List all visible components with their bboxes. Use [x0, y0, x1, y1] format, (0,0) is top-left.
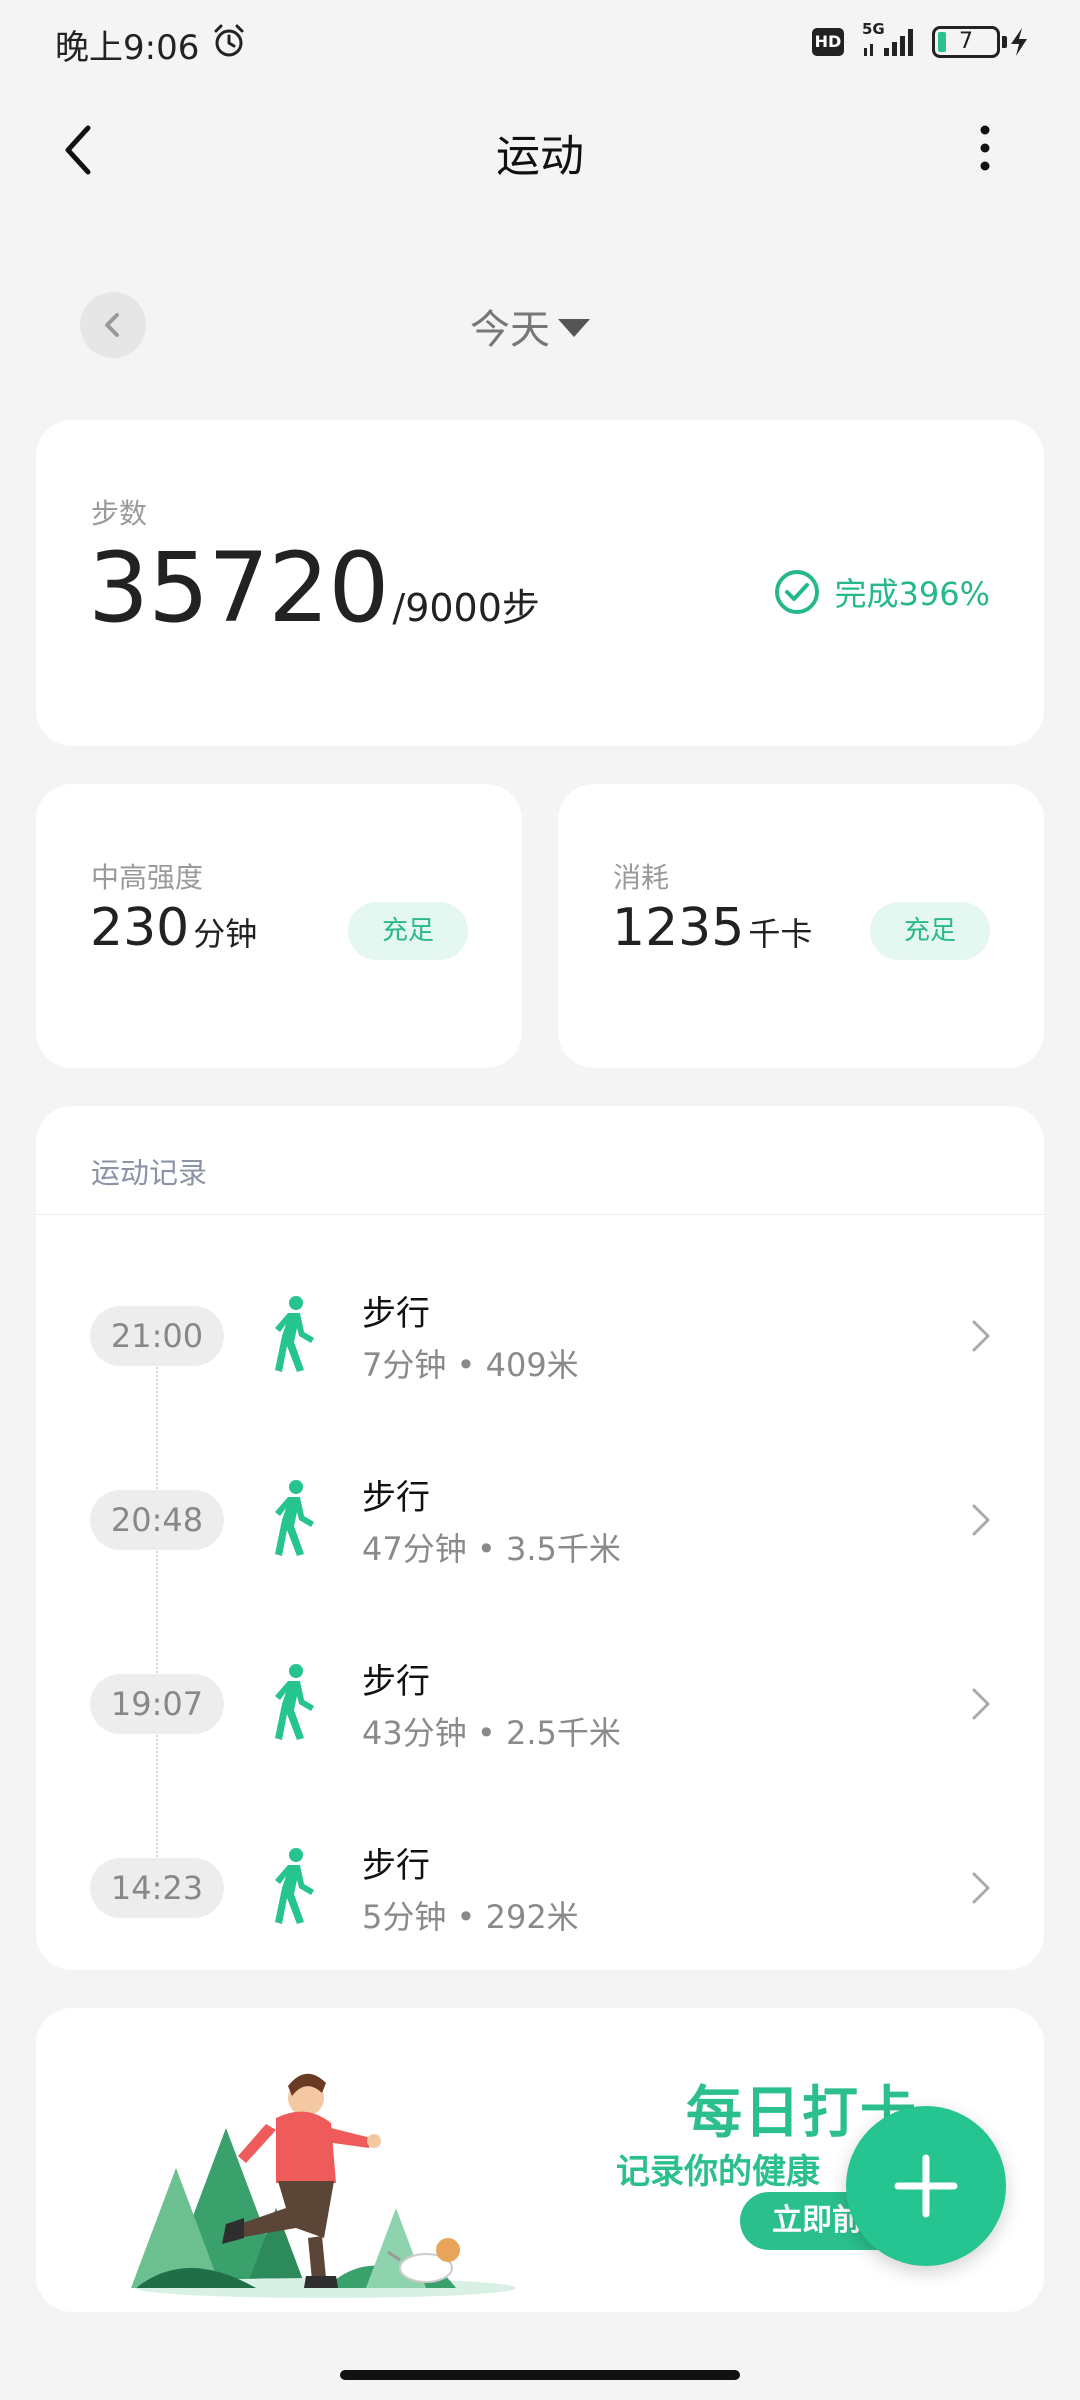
record-distance: 2.5千米: [505, 1714, 621, 1752]
walk-icon: [275, 1664, 314, 1740]
calories-unit: 千卡: [748, 915, 813, 953]
steps-goal: /9000步: [392, 586, 540, 630]
record-row[interactable]: 21:00 步行 7分钟 • 409米: [36, 1256, 1044, 1396]
more-options-button[interactable]: [960, 110, 1010, 190]
record-time: 14:23: [90, 1858, 224, 1918]
hd-badge: HD: [812, 28, 844, 56]
record-detail: 47分钟 • 3.5千米: [362, 1530, 621, 1568]
status-bar: 晚上9:06 HD 5G 7: [0, 0, 1080, 84]
charging-icon: [1011, 28, 1027, 56]
exercise-records-card: 运动记录 21:00 步行 7分钟 • 409米 20:48 步行 47分钟 •…: [36, 1106, 1044, 1970]
walk-icon: [275, 1480, 314, 1556]
record-distance: 292米: [485, 1898, 579, 1936]
divider: [36, 1214, 1044, 1215]
record-distance: 409米: [485, 1346, 579, 1384]
record-duration: 7分钟: [362, 1346, 447, 1384]
chevron-right-icon: [972, 1504, 990, 1536]
record-type: 步行: [362, 1478, 430, 1518]
record-row[interactable]: 14:23 步行 5分钟 • 292米: [36, 1808, 1044, 1948]
status-time: 晚上9:06: [55, 28, 200, 68]
intensity-value-row: 230 分钟: [90, 898, 257, 958]
record-duration: 47分钟: [362, 1530, 467, 1568]
runner-illustration: [131, 2073, 516, 2298]
caret-down-icon: [558, 319, 590, 337]
chevron-right-icon: [972, 1320, 990, 1352]
chevron-right-icon: [972, 1872, 990, 1904]
record-row[interactable]: 20:48 步行 47分钟 • 3.5千米: [36, 1440, 1044, 1580]
walk-icon: [275, 1848, 314, 1924]
calories-label: 消耗: [613, 861, 670, 894]
record-duration: 5分钟: [362, 1898, 447, 1936]
record-type: 步行: [362, 1294, 430, 1334]
alarm-icon: [214, 24, 244, 57]
steps-value-row: 35720 /9000步: [88, 532, 540, 644]
chevron-right-icon: [972, 1688, 990, 1720]
record-time: 19:07: [90, 1674, 224, 1734]
intensity-unit: 分钟: [193, 915, 258, 953]
record-detail: 7分钟 • 409米: [362, 1346, 579, 1384]
completion-badge: 完成396%: [773, 568, 991, 616]
records-title: 运动记录: [91, 1156, 208, 1190]
record-time: 20:48: [90, 1490, 224, 1550]
record-duration: 43分钟: [362, 1714, 467, 1752]
calories-status-badge: 充足: [870, 902, 990, 960]
battery-text: 7: [959, 29, 973, 54]
battery-icon: 7: [932, 26, 1000, 58]
intensity-value: 230: [90, 898, 190, 958]
date-selector[interactable]: 今天: [470, 298, 590, 354]
calories-value: 1235: [612, 898, 745, 958]
record-distance: 3.5千米: [505, 1530, 621, 1568]
record-detail: 5分钟 • 292米: [362, 1898, 579, 1936]
record-time: 21:00: [90, 1306, 224, 1366]
date-label: 今天: [470, 307, 550, 353]
intensity-status-badge: 充足: [348, 902, 468, 960]
home-indicator[interactable]: [340, 2370, 740, 2380]
calories-value-row: 1235 千卡: [612, 898, 812, 958]
record-row[interactable]: 19:07 步行 43分钟 • 2.5千米: [36, 1624, 1044, 1764]
steps-value: 35720: [88, 532, 389, 644]
calories-card[interactable]: 消耗 1235 千卡 充足: [558, 784, 1044, 1068]
record-type: 步行: [362, 1662, 430, 1702]
signal-icon: [864, 29, 913, 56]
completion-text: 完成396%: [834, 575, 991, 613]
page-title: 运动: [496, 131, 584, 182]
record-detail: 43分钟 • 2.5千米: [362, 1714, 621, 1752]
timeline-line: [156, 1328, 158, 1868]
banner-subtitle: 记录你的健康: [616, 2152, 820, 2192]
steps-card[interactable]: 步数 35720 /9000步 完成396%: [36, 420, 1044, 746]
battery-cap: [1002, 36, 1007, 48]
previous-day-button[interactable]: [80, 292, 146, 358]
check-circle-icon: [774, 570, 819, 614]
intensity-card[interactable]: 中高强度 230 分钟 充足: [36, 784, 522, 1068]
record-type: 步行: [362, 1846, 430, 1886]
steps-label: 步数: [91, 497, 148, 530]
intensity-label: 中高强度: [91, 861, 204, 894]
add-button[interactable]: [846, 2106, 1006, 2266]
walk-icon: [275, 1296, 314, 1372]
